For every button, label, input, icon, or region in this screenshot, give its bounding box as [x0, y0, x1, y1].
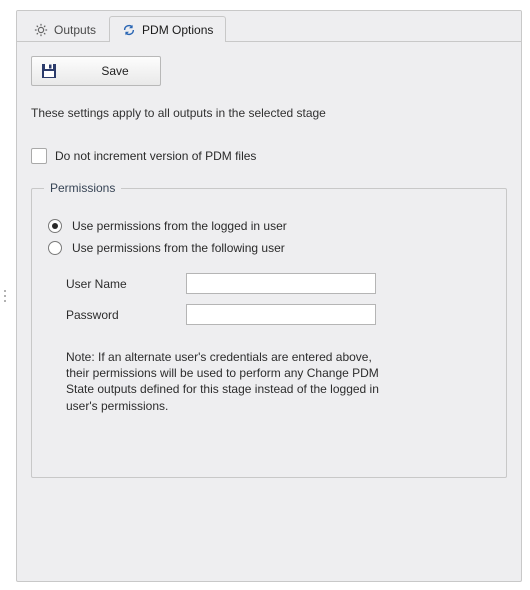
radio-icon [48, 241, 62, 255]
tab-pdm-options[interactable]: PDM Options [109, 16, 226, 42]
checkbox-icon [31, 148, 47, 164]
username-input[interactable] [186, 273, 376, 294]
radio-following-user[interactable]: Use permissions from the following user [48, 241, 490, 255]
radio-logged-label: Use permissions from the logged in user [72, 219, 287, 233]
password-label: Password [66, 308, 186, 322]
tab-outputs-label: Outputs [54, 23, 96, 37]
permissions-legend: Permissions [44, 181, 121, 195]
password-row: Password [66, 304, 490, 325]
tab-bar: Outputs PDM Options [17, 11, 521, 42]
username-row: User Name [66, 273, 490, 294]
username-label: User Name [66, 277, 186, 291]
save-button-label: Save [78, 64, 152, 78]
gear-icon [34, 23, 48, 37]
panel-frame: Outputs PDM Options Save These settings … [16, 10, 522, 582]
no-increment-label: Do not increment version of PDM files [55, 149, 256, 163]
panel-body: Save These settings apply to all outputs… [17, 42, 521, 492]
save-button[interactable]: Save [31, 56, 161, 86]
permissions-note: Note: If an alternate user's credentials… [66, 349, 386, 414]
password-input[interactable] [186, 304, 376, 325]
save-icon [40, 62, 58, 80]
drag-handle[interactable] [4, 290, 6, 302]
tab-outputs[interactable]: Outputs [21, 16, 109, 42]
refresh-icon [122, 23, 136, 37]
tab-pdm-options-label: PDM Options [142, 23, 213, 37]
radio-logged-user[interactable]: Use permissions from the logged in user [48, 219, 490, 233]
radio-icon [48, 219, 62, 233]
no-increment-option[interactable]: Do not increment version of PDM files [31, 148, 507, 164]
radio-following-label: Use permissions from the following user [72, 241, 285, 255]
settings-description: These settings apply to all outputs in t… [31, 106, 507, 120]
permissions-group: Permissions Use permissions from the log… [31, 188, 507, 478]
